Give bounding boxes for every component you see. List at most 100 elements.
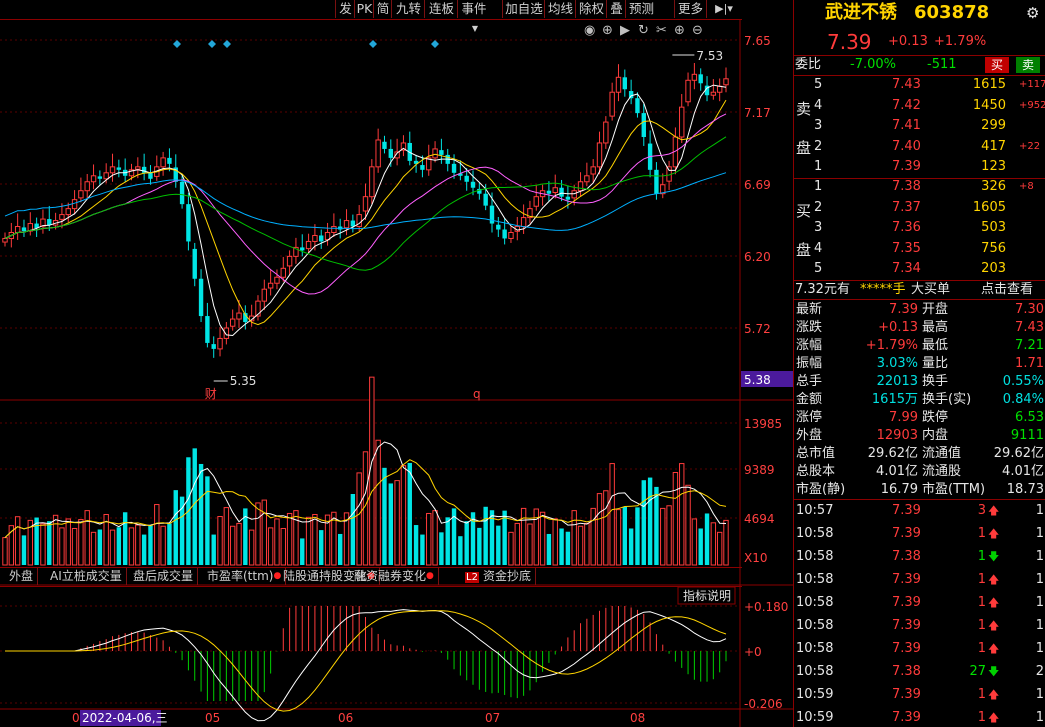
volume-bar	[59, 527, 65, 566]
candle	[205, 316, 210, 343]
bid-row[interactable]: 3 7.36 503	[794, 219, 1045, 237]
gear-icon[interactable]: ⚙	[1026, 2, 1039, 24]
volume-bar	[388, 483, 393, 565]
order-ratio-diff: -511	[927, 57, 957, 72]
volume-bar	[590, 507, 596, 566]
ask-side-label: 盘	[796, 139, 812, 157]
candle	[615, 76, 622, 93]
indicator-tab-2[interactable]: 盘后成交量	[129, 568, 199, 585]
candle	[274, 276, 280, 284]
volume-bar	[407, 462, 412, 565]
candle	[723, 78, 729, 86]
volume-bar	[413, 525, 419, 565]
candle	[286, 255, 293, 267]
quote-row: 金额 1615万 换手(实) 0.84%	[796, 392, 1044, 407]
volume-bar	[394, 480, 400, 566]
view-big-order-link[interactable]: 点击查看	[981, 281, 1033, 299]
event-marker-icon	[223, 40, 231, 48]
candle	[362, 196, 369, 212]
volume-bar	[698, 528, 703, 565]
sell-button[interactable]: 卖	[1016, 57, 1040, 73]
candle	[622, 77, 628, 90]
candle	[502, 229, 507, 239]
indicator-tab-5[interactable]: 融资融券变化●	[350, 568, 439, 585]
volume-bar	[615, 509, 622, 566]
quote-row: 总手 22013 换手 0.55%	[796, 374, 1044, 389]
candle	[103, 172, 109, 180]
volume-bar	[338, 533, 343, 565]
volume-bar	[255, 502, 261, 566]
candle	[654, 169, 659, 194]
quote-row: 最新 7.39 开盘 7.30	[796, 302, 1044, 317]
volume-bar	[286, 512, 293, 566]
volume-bar	[571, 510, 577, 566]
candle	[451, 163, 457, 173]
candle	[559, 187, 564, 197]
candle	[198, 278, 204, 317]
volume-bar	[685, 484, 691, 566]
indicator-tab-0[interactable]: 外盘	[5, 568, 39, 585]
quote-row: 涨幅 +1.79% 最低 7.21	[796, 338, 1044, 353]
tick-row: 10:59 7.39 1 🡅 1	[796, 710, 1044, 725]
candle	[148, 172, 153, 179]
ask-row[interactable]: 4 7.42 1450 +952	[794, 97, 1045, 115]
candle	[716, 85, 723, 93]
volume-bar	[116, 527, 122, 565]
bid-row[interactable]: 5 7.34 203	[794, 260, 1045, 278]
candle	[267, 282, 274, 289]
candle	[577, 181, 584, 192]
candle	[635, 98, 640, 114]
volume-bar	[552, 518, 558, 566]
bid-row[interactable]: 2 7.37 1605	[794, 199, 1045, 217]
volume-bar	[691, 518, 698, 566]
date-tick-label: 07	[485, 711, 500, 725]
volume-bar	[596, 493, 603, 566]
ask-row[interactable]: 1 7.39 123	[794, 158, 1045, 176]
macd-tick-label: -0.206	[744, 697, 783, 711]
buy-button[interactable]: 买	[985, 57, 1009, 73]
arrow-up-icon: 🡅	[988, 642, 1000, 655]
candle	[641, 113, 646, 137]
candle	[520, 217, 527, 228]
volume-bar	[654, 486, 659, 565]
kline-chart[interactable]: 7.65 7.17 6.69 6.20 5.72 5.38 ◉ ⊕ ▶ ↻ ✂ ⊕ ⊖ 7.53 5.35 财…	[0, 0, 793, 727]
volume-bar	[261, 499, 268, 566]
candle	[603, 121, 609, 144]
ask-row[interactable]: 57.431615+1177	[794, 76, 1045, 94]
volume-tick-label: 9389	[744, 463, 775, 477]
bid-row[interactable]: 4 7.35 756	[794, 240, 1045, 258]
candle	[679, 106, 685, 138]
q-marker: q	[473, 387, 481, 401]
candle	[546, 190, 552, 194]
volume-bar	[565, 531, 571, 565]
price-tick-label: 6.69	[744, 178, 771, 192]
indicator-tab-3[interactable]: 市盈率(ttm)●	[203, 568, 287, 585]
candle	[483, 193, 488, 206]
volume-bar	[641, 480, 646, 565]
stock-name: 武进不锈	[825, 2, 897, 23]
candle	[698, 74, 703, 84]
candle	[369, 166, 375, 198]
candle	[192, 248, 197, 279]
volume-bar	[710, 522, 717, 566]
volume-bar	[148, 525, 153, 565]
current-price-tag-label: 5.38	[744, 373, 771, 387]
bid-row[interactable]: 1 7.38 326 +8	[794, 178, 1045, 196]
volume-bar	[154, 504, 160, 566]
volume-bar	[217, 516, 223, 566]
indicator-tab-6[interactable]: L2 资金抄底	[461, 568, 536, 585]
candle	[609, 91, 615, 117]
indicator-tabs: 外盘 AI立桩成交量 盘后成交量 市盈率(ttm)● 陆股通持股变化● 融资融券变化● L2…	[0, 567, 742, 587]
big-order-row: 7.32元有 *****手 大买单 点击查看	[795, 281, 1034, 299]
volume-bar	[14, 516, 21, 566]
candle	[65, 208, 71, 216]
ask-row[interactable]: 3 7.41 299	[794, 117, 1045, 135]
volume-tick-label: 4694	[744, 512, 775, 526]
volume-bar	[356, 472, 362, 566]
volume-bar	[52, 514, 59, 566]
date-tick-label: 08	[630, 711, 645, 725]
candle	[319, 235, 324, 242]
event-marker-icon	[208, 40, 216, 48]
indicator-tab-1[interactable]: AI立桩成交量	[46, 568, 127, 585]
ask-row[interactable]: 2 7.40 417 +22	[794, 138, 1045, 156]
